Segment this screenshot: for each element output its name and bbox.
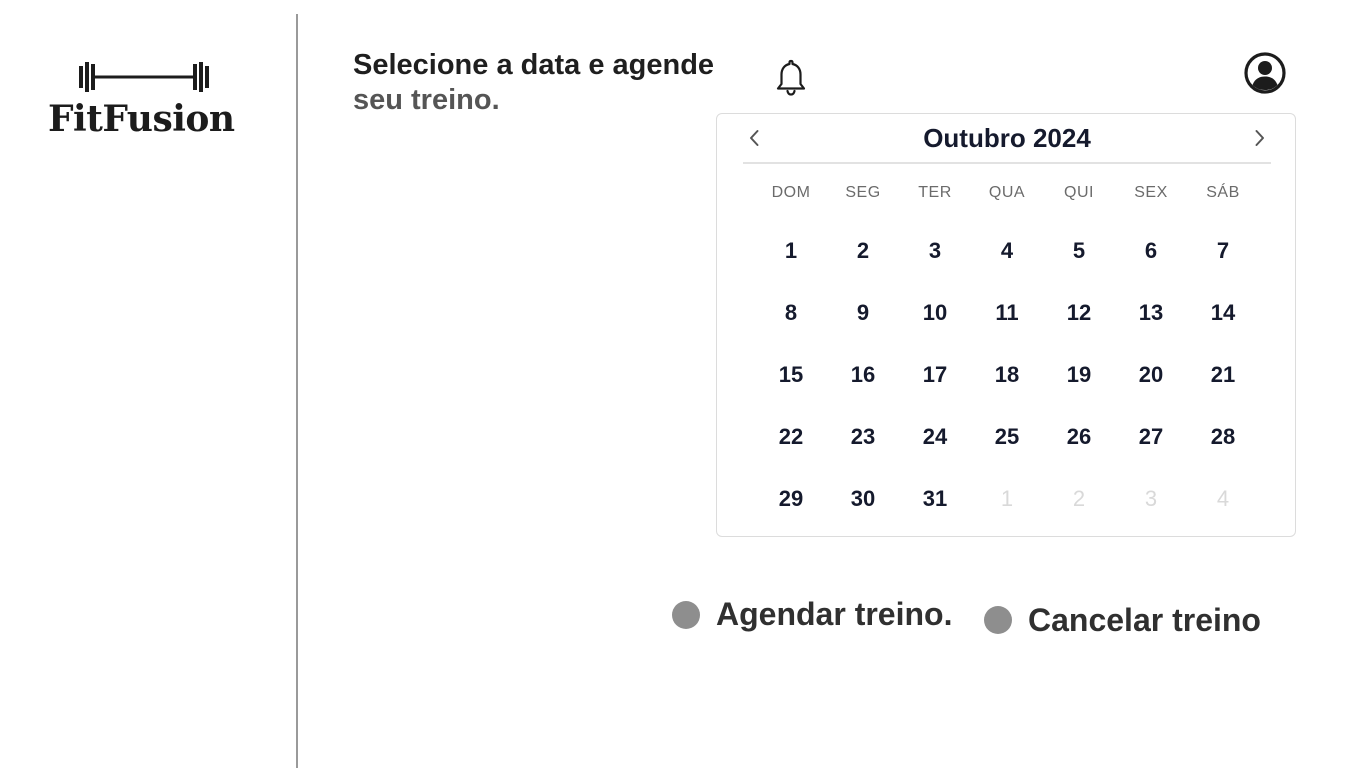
weekday-label: SEX <box>1134 184 1168 201</box>
page-title-line-2: seu treino. <box>353 84 500 116</box>
calendar-day[interactable]: 11 <box>971 291 1043 335</box>
app-page: FitFusion Selecione a data e agende seu … <box>0 0 1360 768</box>
page-title: Selecione a data e agende seu treino. <box>353 48 714 118</box>
calendar-day[interactable]: 13 <box>1115 291 1187 335</box>
calendar-day[interactable]: 9 <box>827 291 899 335</box>
calendar-day[interactable]: 18 <box>971 353 1043 397</box>
calendar-day[interactable]: 19 <box>1043 353 1115 397</box>
calendar-day[interactable]: 29 <box>755 477 827 521</box>
weekday-label: QUA <box>988 184 1026 201</box>
calendar-day[interactable]: 25 <box>971 415 1043 459</box>
calendar-day[interactable]: 10 <box>899 291 971 335</box>
brand-name: FitFusion <box>48 98 235 140</box>
calendar-day[interactable]: 8 <box>755 291 827 335</box>
notifications-button[interactable] <box>774 58 808 98</box>
calendar-day[interactable]: 17 <box>899 353 971 397</box>
barbell-icon <box>79 62 209 92</box>
calendar-day[interactable]: 12 <box>1043 291 1115 335</box>
weekday-label: SÁB <box>1206 184 1240 201</box>
profile-button[interactable] <box>1243 51 1287 95</box>
cancel-status-dot <box>984 606 1012 634</box>
calendar-day[interactable]: 23 <box>827 415 899 459</box>
calendar-day[interactable]: 2 <box>827 229 899 273</box>
calendar-day[interactable]: 16 <box>827 353 899 397</box>
calendar-day[interactable]: 7 <box>1187 229 1259 273</box>
bell-icon <box>776 59 806 96</box>
schedule-status-dot <box>672 601 700 629</box>
weekday-label: SEG <box>845 184 881 201</box>
calendar-day[interactable]: 27 <box>1115 415 1187 459</box>
calendar-day[interactable]: 24 <box>899 415 971 459</box>
calendar-day-next-month: 4 <box>1216 486 1230 511</box>
calendar-day[interactable]: 26 <box>1043 415 1115 459</box>
calendar-day[interactable]: 14 <box>1187 291 1259 335</box>
brand-logo[interactable]: FitFusion <box>46 60 246 140</box>
calendar-day[interactable]: 15 <box>755 353 827 397</box>
weekday-label: QUI <box>1064 184 1094 201</box>
calendar-day[interactable]: 5 <box>1043 229 1115 273</box>
calendar-month-title: Outubro 2024 <box>923 123 1091 153</box>
calendar-day[interactable]: 28 <box>1187 415 1259 459</box>
next-month-button[interactable] <box>1247 126 1271 150</box>
schedule-workout-label: Agendar treino. <box>716 596 953 632</box>
sidebar-divider <box>296 14 298 768</box>
calendar-day-next-month: 1 <box>1000 486 1014 511</box>
cancel-workout-label: Cancelar treino <box>1028 602 1261 638</box>
calendar-day[interactable]: 6 <box>1115 229 1187 273</box>
calendar-day[interactable]: 4 <box>971 229 1043 273</box>
calendar-day[interactable]: 31 <box>899 477 971 521</box>
page-title-line-1: Selecione a data e agende <box>353 49 715 81</box>
calendar-day[interactable]: 1 <box>755 229 827 273</box>
weekday-label: TER <box>918 184 952 201</box>
calendar-day[interactable]: 21 <box>1187 353 1259 397</box>
calendar-day[interactable]: 3 <box>899 229 971 273</box>
calendar-day-next-month: 3 <box>1144 486 1158 511</box>
calendar-header: Outubro 2024 <box>743 114 1271 164</box>
calendar-day[interactable]: 30 <box>827 477 899 521</box>
weekday-header-row: DOM SEG TER QUA QUI SEX SÁB <box>755 184 1259 204</box>
user-circle-icon <box>1244 52 1286 94</box>
calendar-day[interactable]: 20 <box>1115 353 1187 397</box>
chevron-right-icon <box>1255 130 1264 146</box>
date-picker-calendar: Outubro 2024 DOM SEG TER QUA QUI SEX SÁB 12345… <box>716 113 1296 537</box>
calendar-day-grid: 1 2 3 4 5 6 7 8 9 10 11 12 13 14 15 16 17 18 19 20 21 22 23 24 2… <box>755 229 1259 529</box>
calendar-day-next-month: 2 <box>1072 486 1086 511</box>
calendar-day[interactable]: 22 <box>755 415 827 459</box>
weekday-label: DOM <box>771 184 811 201</box>
